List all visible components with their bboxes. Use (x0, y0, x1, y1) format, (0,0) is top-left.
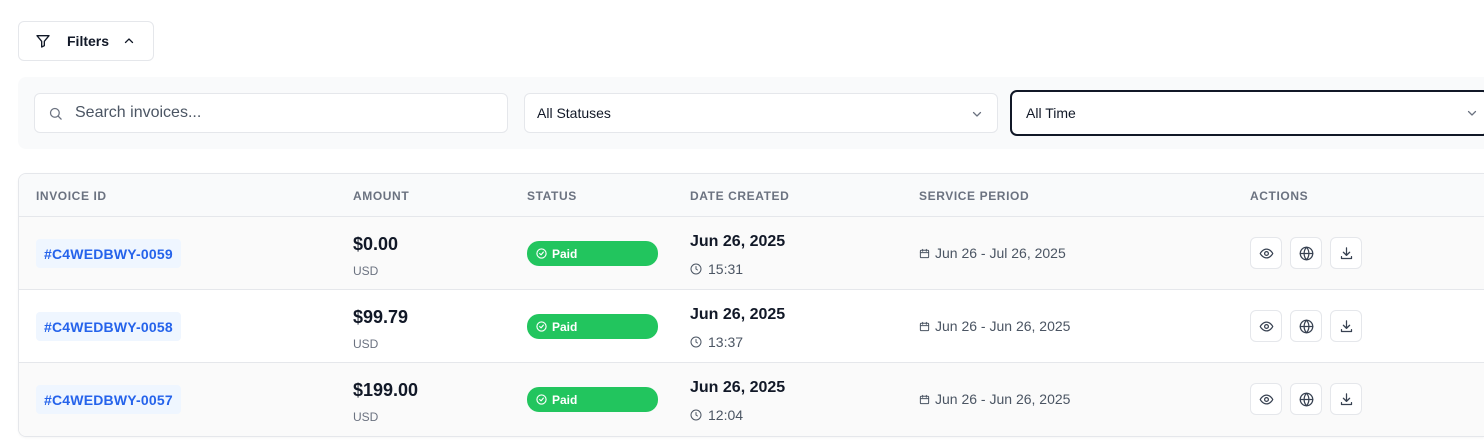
eye-icon (1259, 319, 1274, 334)
table-body: #C4WEDBWY-0059 $0.00 USD Paid Jun 26, 20… (19, 217, 1484, 436)
status-badge: Paid (527, 241, 658, 266)
globe-icon (1299, 319, 1314, 334)
amount-value: $0.00 (353, 234, 399, 254)
time-created: 13:37 (690, 334, 743, 350)
date-created: Jun 26, 2025 (690, 306, 786, 323)
view-invoice-button[interactable] (1250, 237, 1282, 269)
time-value: 15:31 (708, 261, 744, 277)
clock-icon (690, 263, 702, 275)
search-icon (48, 106, 63, 121)
status-select[interactable]: All Statuses (524, 93, 998, 133)
table-row: #C4WEDBWY-0058 $99.79 USD Paid Jun 26, 2… (19, 290, 1484, 363)
table-row: #C4WEDBWY-0057 $199.00 USD Paid Jun 26, … (19, 363, 1484, 436)
filter-icon (35, 33, 51, 49)
filters-toggle-button[interactable]: Filters (18, 21, 154, 61)
status-badge: Paid (527, 314, 658, 339)
globe-icon (1299, 246, 1314, 261)
invoice-id-link[interactable]: #C4WEDBWY-0057 (36, 385, 181, 414)
date-created: Jun 26, 2025 (690, 379, 786, 396)
status-label: Paid (552, 392, 578, 407)
currency-label: USD (353, 264, 379, 278)
service-period: Jun 26 - Jul 26, 2025 (919, 245, 1066, 261)
eye-icon (1259, 392, 1274, 407)
service-period-value: Jun 26 - Jun 26, 2025 (935, 391, 1071, 407)
eye-icon (1259, 246, 1274, 261)
time-range-select[interactable]: All Time (1010, 90, 1484, 136)
amount-value: $199.00 (353, 380, 419, 400)
check-circle-icon (536, 394, 547, 405)
chevron-down-icon (1466, 107, 1478, 119)
amount-value: $99.79 (353, 307, 409, 327)
check-circle-icon (536, 248, 547, 259)
search-input[interactable] (75, 104, 475, 122)
service-period-value: Jun 26 - Jun 26, 2025 (935, 318, 1071, 334)
invoices-table: INVOICE ID AMOUNT STATUS DATE CREATED SE… (18, 173, 1484, 437)
download-icon (1339, 392, 1354, 407)
check-circle-icon (536, 321, 547, 332)
time-value: 13:37 (708, 334, 744, 350)
time-created: 15:31 (690, 261, 743, 277)
service-period: Jun 26 - Jun 26, 2025 (919, 318, 1070, 334)
service-period-value: Jun 26 - Jul 26, 2025 (935, 245, 1066, 261)
status-badge: Paid (527, 387, 658, 412)
table-header: INVOICE ID AMOUNT STATUS DATE CREATED SE… (19, 174, 1484, 217)
view-invoice-button[interactable] (1250, 383, 1282, 415)
invoice-id-link[interactable]: #C4WEDBWY-0058 (36, 312, 181, 341)
currency-label: USD (353, 410, 379, 424)
calendar-icon (919, 394, 930, 405)
open-web-invoice-button[interactable] (1290, 383, 1322, 415)
status-label: Paid (552, 246, 578, 261)
header-status: STATUS (527, 189, 577, 203)
calendar-icon (919, 248, 930, 259)
date-created: Jun 26, 2025 (690, 233, 786, 250)
header-invoice-id: INVOICE ID (36, 189, 107, 203)
status-select-value: All Statuses (537, 105, 611, 121)
download-icon (1339, 246, 1354, 261)
clock-icon (690, 409, 702, 421)
download-invoice-button[interactable] (1330, 237, 1362, 269)
download-invoice-button[interactable] (1330, 383, 1362, 415)
calendar-icon (919, 321, 930, 332)
header-date-created: DATE CREATED (690, 189, 790, 203)
filters-label: Filters (67, 33, 110, 49)
chevron-up-icon (123, 35, 135, 47)
currency-label: USD (353, 337, 379, 351)
view-invoice-button[interactable] (1250, 310, 1282, 342)
invoice-id-link[interactable]: #C4WEDBWY-0059 (36, 239, 181, 268)
download-icon (1339, 319, 1354, 334)
filter-panel: All Statuses All Time (18, 77, 1484, 149)
clock-icon (690, 336, 702, 348)
search-box (34, 93, 508, 133)
time-value: 12:04 (708, 407, 744, 423)
header-actions: ACTIONS (1250, 189, 1309, 203)
service-period: Jun 26 - Jun 26, 2025 (919, 391, 1070, 407)
header-amount: AMOUNT (353, 189, 410, 203)
globe-icon (1299, 392, 1314, 407)
open-web-invoice-button[interactable] (1290, 237, 1322, 269)
open-web-invoice-button[interactable] (1290, 310, 1322, 342)
header-service-period: SERVICE PERIOD (919, 189, 1030, 203)
chevron-down-icon (971, 108, 983, 120)
download-invoice-button[interactable] (1330, 310, 1362, 342)
table-row: #C4WEDBWY-0059 $0.00 USD Paid Jun 26, 20… (19, 217, 1484, 290)
time-select-value: All Time (1026, 105, 1076, 121)
status-label: Paid (552, 319, 578, 334)
time-created: 12:04 (690, 407, 743, 423)
